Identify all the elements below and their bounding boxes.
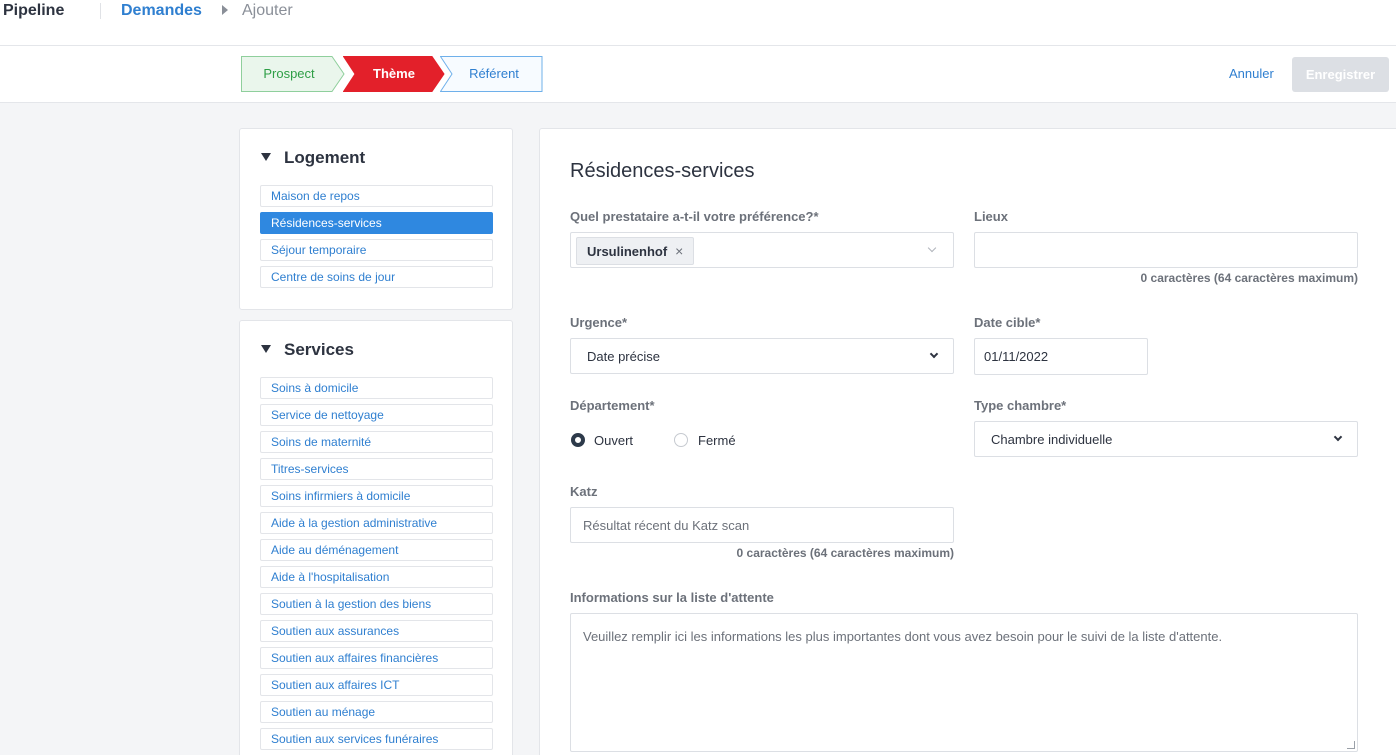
chevron-down-icon — [929, 349, 939, 359]
waitlist-label: Informations sur la liste d'attente — [570, 590, 774, 605]
type-chambre-label: Type chambre* — [974, 398, 1067, 413]
topbar-divider — [100, 3, 101, 19]
departement-label: Département* — [570, 398, 655, 413]
sidebar-item-service[interactable]: Soutien au ménage — [260, 701, 493, 723]
services-title: Services — [284, 340, 354, 359]
prestataire-label: Quel prestataire a-t-il votre préférence… — [570, 209, 819, 224]
save-button[interactable]: Enregistrer — [1292, 57, 1389, 92]
date-cible-input[interactable]: 01/11/2022 — [974, 338, 1148, 375]
urgence-select[interactable]: Date précise — [570, 338, 954, 374]
breadcrumb-current: Ajouter — [242, 2, 293, 19]
prestataire-chip-label: Ursulinenhof — [587, 244, 668, 259]
logement-title: Logement — [284, 148, 366, 167]
sidebar-item-centre-de-soins-de-jour[interactable]: Centre de soins de jour — [260, 266, 493, 288]
sidebar-item-service[interactable]: Service de nettoyage — [260, 404, 493, 426]
sidebar-item-service[interactable]: Titres-services — [260, 458, 493, 480]
services-header[interactable]: Services — [261, 340, 354, 360]
date-cible-label: Date cible* — [974, 315, 1041, 330]
chevron-down-icon — [1333, 432, 1343, 442]
waitlist-textarea[interactable]: Veuillez remplir ici les informations le… — [570, 613, 1358, 752]
type-chambre-select[interactable]: Chambre individuelle — [974, 421, 1358, 457]
katz-input[interactable]: Résultat récent du Katz scan — [570, 507, 954, 543]
logement-card: Logement Maison de repos Résidences-serv… — [239, 128, 513, 310]
lieux-input[interactable] — [974, 232, 1358, 268]
app-title: Pipeline — [3, 2, 65, 19]
date-cible-value: 01/11/2022 — [984, 349, 1049, 364]
services-card: Services Soins à domicile Service de net… — [239, 320, 513, 755]
katz-char-count: 0 caractères (64 caractères maximum) — [736, 546, 954, 560]
urgence-label: Urgence* — [570, 315, 628, 330]
sidebar-item-service[interactable]: Soins de maternité — [260, 431, 493, 453]
step-bar: Prospect Thème Référent Annuler Enregist… — [0, 46, 1396, 103]
logement-header[interactable]: Logement — [261, 148, 365, 168]
sidebar-item-service[interactable]: Aide à la gestion administrative — [260, 512, 493, 534]
sidebar-item-residences-services[interactable]: Résidences-services — [260, 212, 493, 234]
radio-ferme-label[interactable]: Fermé — [698, 433, 736, 448]
sidebar-item-service[interactable]: Soutien aux affaires financières — [260, 647, 493, 669]
sidebar-item-service[interactable]: Soins à domicile — [260, 377, 493, 399]
sidebar-item-service[interactable]: Soutien aux assurances — [260, 620, 493, 642]
sidebar-item-service[interactable]: Soins infirmiers à domicile — [260, 485, 493, 507]
lieux-label: Lieux — [974, 209, 1008, 224]
sidebar-item-service[interactable]: Soutien aux services funéraires — [260, 728, 493, 750]
breadcrumb-demandes-link[interactable]: Demandes — [121, 2, 202, 20]
katz-placeholder: Résultat récent du Katz scan — [583, 518, 750, 533]
sidebar-item-service[interactable]: Soutien aux affaires ICT — [260, 674, 493, 696]
form-title: Résidences-services — [570, 160, 755, 182]
katz-label: Katz — [570, 484, 598, 499]
step-prospect[interactable]: Prospect — [241, 56, 345, 92]
radio-ferme[interactable] — [674, 433, 688, 447]
top-bar: Pipeline Demandes Ajouter — [0, 0, 1396, 46]
type-chambre-value: Chambre individuelle — [991, 432, 1113, 447]
chevron-down-icon — [927, 243, 937, 253]
step-referent[interactable]: Référent — [440, 56, 544, 92]
waitlist-placeholder: Veuillez remplir ici les informations le… — [583, 629, 1223, 644]
breadcrumb-arrow-icon — [222, 5, 228, 15]
step-referent-label: Référent — [469, 66, 519, 81]
sidebar-item-service[interactable]: Soutien à la gestion des biens — [260, 593, 493, 615]
radio-ouvert[interactable] — [571, 433, 585, 447]
sidebar-item-maison-de-repos[interactable]: Maison de repos — [260, 185, 493, 207]
cancel-button[interactable]: Annuler — [1222, 57, 1281, 91]
collapse-triangle-icon — [261, 345, 271, 353]
sidebar-item-sejour-temporaire[interactable]: Séjour temporaire — [260, 239, 493, 261]
prestataire-multiselect[interactable]: Ursulinenhof × — [570, 232, 954, 268]
step-prospect-label: Prospect — [263, 66, 315, 81]
lieux-char-count: 0 caractères (64 caractères maximum) — [1140, 271, 1358, 285]
remove-chip-icon[interactable]: × — [675, 243, 683, 259]
form-card: Résidences-services Quel prestataire a-t… — [539, 128, 1396, 755]
sidebar-item-service[interactable]: Aide à l'hospitalisation — [260, 566, 493, 588]
step-theme[interactable]: Thème — [343, 56, 447, 92]
step-theme-label: Thème — [373, 66, 415, 81]
urgence-value: Date précise — [587, 349, 660, 364]
prestataire-chip: Ursulinenhof × — [576, 237, 695, 265]
radio-ouvert-label[interactable]: Ouvert — [594, 433, 633, 448]
sidebar-item-service[interactable]: Aide au déménagement — [260, 539, 493, 561]
resize-handle-icon[interactable] — [1347, 741, 1355, 749]
collapse-triangle-icon — [261, 153, 271, 161]
